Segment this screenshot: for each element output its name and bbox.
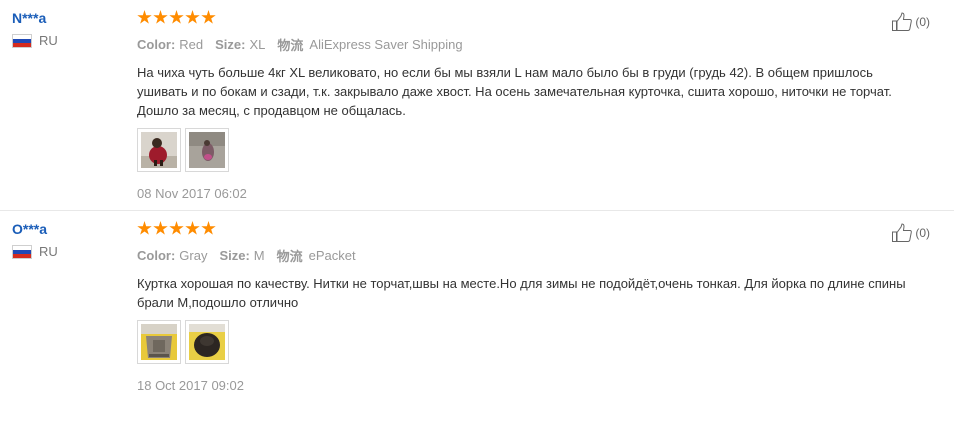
size-label: Size: — [219, 248, 250, 263]
helpful-vote[interactable]: (0) — [891, 12, 930, 32]
size-value: XL — [249, 37, 266, 52]
star-icon — [153, 221, 168, 235]
review-body: Color: Gray Size: M 物流 ePacket Куртка хо… — [137, 221, 907, 393]
star-icon — [185, 10, 200, 24]
thumbs-up-icon[interactable] — [891, 223, 913, 243]
star-icon — [169, 10, 184, 24]
country-code: RU — [39, 244, 58, 259]
shipping-label: 物流 — [277, 38, 304, 53]
reviewer-info: N***a RU — [12, 10, 132, 48]
star-icon — [137, 10, 152, 24]
star-rating — [137, 10, 907, 26]
reviewer-name[interactable]: N***a — [12, 10, 132, 26]
shipping-value: AliExpress Saver Shipping — [309, 37, 463, 52]
review-item: N***a RU Color: Red Size: XL 物流 AliExpre… — [0, 0, 954, 210]
order-attributes: Color: Gray Size: M 物流 ePacket — [137, 246, 907, 265]
review-text: Куртка хорошая по качеству. Нитки не тор… — [137, 276, 906, 310]
size-label: Size: — [215, 37, 246, 52]
reviewer-name[interactable]: O***a — [12, 221, 132, 237]
russia-flag-icon — [12, 33, 32, 48]
color-value: Red — [179, 37, 204, 52]
reviewer-country: RU — [12, 33, 132, 48]
dog-in-red-jacket-photo — [141, 132, 177, 168]
shipping-label: 物流 — [276, 249, 303, 264]
russia-flag-icon — [12, 244, 32, 259]
reviewer-info: O***a RU — [12, 221, 132, 259]
review-body: Color: Red Size: XL 物流 AliExpress Saver … — [137, 10, 907, 201]
review-photo-thumbnail[interactable] — [185, 320, 229, 364]
star-icon — [169, 221, 184, 235]
star-icon — [201, 221, 216, 235]
helpful-count: (0) — [915, 226, 930, 240]
review-item: O***a RU Color: Gray Size: M 物流 ePacket … — [0, 210, 954, 421]
dog-in-dark-jacket-photo — [189, 324, 225, 360]
review-date: 08 Nov 2017 06:02 — [137, 186, 247, 201]
helpful-count: (0) — [915, 15, 930, 29]
star-icon — [137, 221, 152, 235]
review-photo-thumbnail[interactable] — [185, 128, 229, 172]
dog-on-floor-photo — [189, 132, 225, 168]
helpful-vote[interactable]: (0) — [891, 223, 930, 243]
review-text: На чиха чуть больше 4кг XL великовато, н… — [137, 65, 892, 118]
star-icon — [185, 221, 200, 235]
thumbs-up-icon[interactable] — [891, 12, 913, 32]
shipping-value: ePacket — [308, 248, 356, 263]
color-label: Color: — [137, 37, 176, 52]
size-value: M — [253, 248, 265, 263]
color-label: Color: — [137, 248, 176, 263]
review-photo-thumbnail[interactable] — [137, 320, 181, 364]
color-value: Gray — [179, 248, 208, 263]
star-icon — [153, 10, 168, 24]
star-rating — [137, 221, 907, 237]
star-icon — [201, 10, 216, 24]
country-code: RU — [39, 33, 58, 48]
review-photos — [137, 320, 907, 364]
review-date: 18 Oct 2017 09:02 — [137, 378, 244, 393]
reviewer-country: RU — [12, 244, 132, 259]
order-attributes: Color: Red Size: XL 物流 AliExpress Saver … — [137, 35, 907, 54]
gray-jacket-photo — [141, 324, 177, 360]
review-photos — [137, 128, 907, 172]
review-photo-thumbnail[interactable] — [137, 128, 181, 172]
